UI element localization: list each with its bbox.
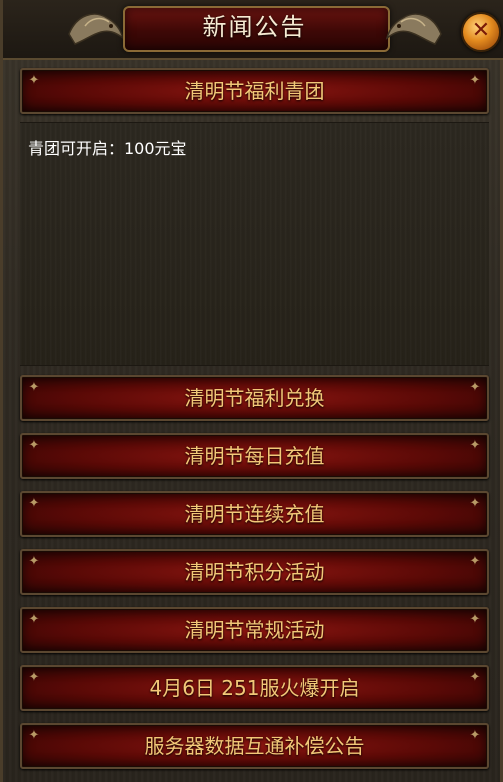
- notice-content-area: 青团可开启：100元宝: [20, 122, 489, 366]
- notice-title: 4月6日 251服火爆开启: [149, 676, 360, 700]
- notice-title: 清明节福利青团: [184, 79, 325, 103]
- notice-tab[interactable]: ✦ ✦ 4月6日 251服火爆开启: [20, 665, 489, 711]
- notice-tab[interactable]: ✦ ✦ 服务器数据互通补偿公告: [20, 723, 489, 769]
- close-icon: ✕: [471, 18, 491, 43]
- title-bar: 新闻公告 ✕: [3, 0, 503, 60]
- notice-title: 清明节每日充值: [184, 444, 325, 468]
- notice-title: 清明节常规活动: [184, 618, 325, 642]
- dragon-ornament-icon: [385, 13, 442, 45]
- close-button[interactable]: ✕: [461, 12, 501, 52]
- notice-tab[interactable]: ✦ ✦ 清明节每日充值: [20, 433, 489, 479]
- notice-tab-active[interactable]: ✦ ✦ 清明节福利青团: [20, 68, 489, 114]
- notice-tab[interactable]: ✦ ✦ 清明节福利兑换: [20, 375, 489, 421]
- notice-title: 清明节积分活动: [184, 560, 325, 584]
- news-announcement-panel: 新闻公告 ✕ ✦ ✦ 清明节福利青团 青团可开启：100元宝 ✦ ✦ 清明节福利…: [0, 0, 503, 782]
- notice-title: 清明节福利兑换: [184, 386, 325, 410]
- notice-title: 清明节连续充值: [184, 502, 325, 526]
- page-title: 新闻公告: [202, 13, 307, 41]
- dragon-ornament-icon: [68, 13, 125, 45]
- notice-title: 服务器数据互通补偿公告: [144, 734, 365, 758]
- notice-tab[interactable]: ✦ ✦ 清明节连续充值: [20, 491, 489, 537]
- notice-body-text: 青团可开启：100元宝: [28, 139, 187, 158]
- notice-tab[interactable]: ✦ ✦ 清明节常规活动: [20, 607, 489, 653]
- notice-tab[interactable]: ✦ ✦ 清明节积分活动: [20, 549, 489, 595]
